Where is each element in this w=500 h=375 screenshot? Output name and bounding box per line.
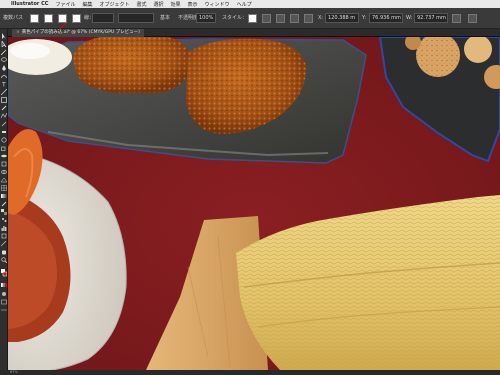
- draw-mode-icon[interactable]: [1, 291, 7, 297]
- variable-width-dropdown[interactable]: [118, 13, 154, 23]
- eraser-tool-icon[interactable]: [1, 129, 7, 135]
- width-tool-icon[interactable]: [1, 153, 7, 159]
- menu-select[interactable]: 選択: [154, 1, 164, 8]
- opacity-field[interactable]: 100%: [196, 13, 216, 23]
- menu-object[interactable]: オブジェクト: [99, 1, 129, 8]
- fill-swatch[interactable]: [30, 14, 39, 23]
- selection-label: 複数パス: [3, 15, 24, 21]
- svg-text:T: T: [1, 82, 6, 88]
- status-bar: 67%: [0, 370, 500, 375]
- pencil-tool-icon[interactable]: [1, 121, 7, 127]
- curvature-tool-icon[interactable]: [1, 73, 7, 79]
- brush-label: 基本: [160, 15, 171, 21]
- type-tool-icon[interactable]: T: [1, 81, 7, 88]
- lasso-icon[interactable]: [1, 57, 7, 63]
- artboard-canvas[interactable]: [8, 37, 500, 370]
- symbol-sprayer-tool-icon[interactable]: [1, 217, 7, 223]
- menu-window[interactable]: ウィンドウ: [205, 1, 230, 8]
- x-field[interactable]: 120.388 m: [325, 13, 359, 23]
- document-tab-title: 黄色パイプの読み込.ai* @ 67% (CMYK/GPU プレビュー): [21, 30, 140, 35]
- hand-tool-icon[interactable]: [1, 249, 7, 255]
- perspective-grid-tool-icon[interactable]: [1, 177, 7, 183]
- fill-stroke-icon[interactable]: [1, 269, 7, 277]
- pen-tool-icon[interactable]: [1, 65, 7, 71]
- free-transform-tool-icon[interactable]: [1, 161, 7, 167]
- menu-effect[interactable]: 効果: [171, 1, 181, 8]
- close-icon[interactable]: ×: [16, 30, 20, 35]
- graphic-style-swatch[interactable]: [248, 14, 257, 23]
- stroke-weight-field[interactable]: [92, 13, 114, 23]
- zoom-level[interactable]: 67%: [10, 370, 18, 374]
- menu-bar: Illustrator CC ファイル 編集 オブジェクト 書式 選択 効果 表…: [0, 0, 500, 8]
- panel-menu-icon[interactable]: [468, 14, 477, 23]
- link-icon[interactable]: [452, 14, 461, 23]
- document-tab-bar: × 黄色パイプの読み込.ai* @ 67% (CMYK/GPU プレビュー): [8, 29, 500, 37]
- document-tab[interactable]: × 黄色パイプの読み込.ai* @ 67% (CMYK/GPU プレビュー): [12, 29, 144, 37]
- menu-view[interactable]: 表示: [188, 1, 198, 8]
- eyedropper-tool-icon[interactable]: [1, 201, 7, 207]
- menu-help[interactable]: ヘルプ: [237, 1, 252, 8]
- control-bar: 複数パス 線： 基本 不透明度 100% スタイル： X: 120.388 m …: [0, 8, 500, 31]
- menu-edit[interactable]: 編集: [82, 1, 92, 8]
- shaper-tool-icon[interactable]: [1, 113, 7, 119]
- line-tool-icon[interactable]: [1, 89, 7, 95]
- menu-type[interactable]: 書式: [136, 1, 146, 8]
- placed-food-artwork[interactable]: [8, 37, 500, 370]
- edit-toolbar-icon[interactable]: [1, 307, 7, 313]
- opacity-label[interactable]: 不透明度: [178, 14, 198, 23]
- w-label: W:: [406, 15, 413, 21]
- scale-tool-icon[interactable]: [1, 145, 7, 151]
- fill-swatch-dropdown[interactable]: [44, 14, 53, 23]
- blend-tool-icon[interactable]: [1, 209, 7, 215]
- stroke-swatch[interactable]: [58, 14, 67, 31]
- mesh-tool-icon[interactable]: [1, 185, 7, 191]
- slice-tool-icon[interactable]: [1, 241, 7, 247]
- isolate-icon[interactable]: [290, 14, 299, 23]
- rotate-tool-icon[interactable]: [1, 137, 7, 143]
- y-field[interactable]: 76.936 mm: [369, 13, 403, 23]
- align-icon[interactable]: [262, 14, 271, 23]
- selection-tool-icon[interactable]: [1, 33, 7, 39]
- shape-builder-tool-icon[interactable]: [1, 169, 7, 175]
- zoom-tool-icon[interactable]: [1, 257, 7, 263]
- transform-icon[interactable]: [276, 14, 285, 23]
- direct-selection-tool-icon[interactable]: [1, 41, 7, 47]
- menu-file[interactable]: ファイル: [55, 1, 75, 8]
- app-menu[interactable]: Illustrator CC: [11, 1, 48, 7]
- gradient-tool-icon[interactable]: [1, 193, 7, 199]
- style-label: スタイル：: [222, 15, 248, 21]
- color-mode-icon[interactable]: [1, 283, 7, 289]
- graph-tool-icon[interactable]: [1, 225, 7, 231]
- recolor-icon[interactable]: [304, 14, 313, 23]
- paintbrush-tool-icon[interactable]: [1, 105, 7, 111]
- x-label: X:: [318, 15, 324, 21]
- artboard-tool-icon[interactable]: [1, 233, 7, 239]
- tools-panel: T: [0, 29, 8, 375]
- screen-mode-icon[interactable]: [1, 299, 7, 305]
- stroke-swatch-dropdown[interactable]: [72, 14, 81, 23]
- w-field[interactable]: 92.737 mm: [414, 13, 448, 23]
- magic-wand-icon[interactable]: [1, 49, 7, 55]
- y-label: Y:: [362, 15, 367, 21]
- rectangle-tool-icon[interactable]: [1, 97, 7, 103]
